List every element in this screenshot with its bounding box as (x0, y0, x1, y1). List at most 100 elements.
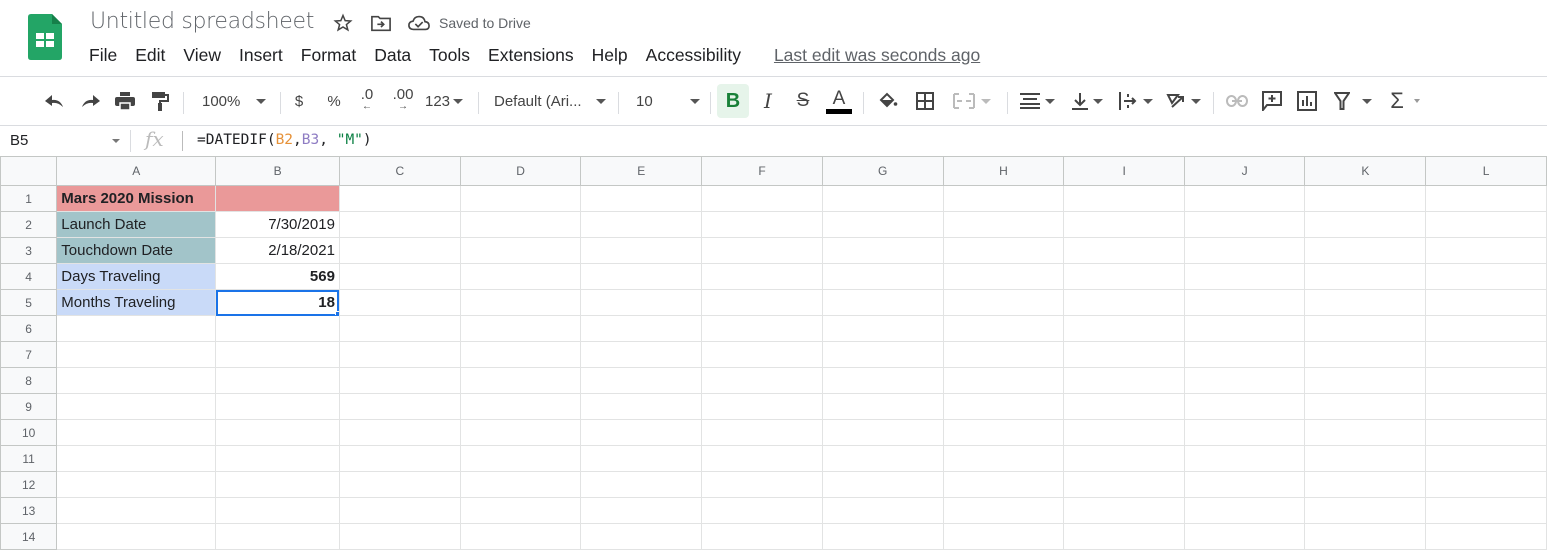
paint-format-icon[interactable] (147, 84, 173, 118)
cell-g4[interactable] (821, 263, 944, 290)
cell-c8[interactable] (338, 367, 461, 394)
cell-g13[interactable] (821, 497, 944, 524)
cell-e10[interactable] (580, 419, 703, 446)
cell-l5[interactable] (1425, 289, 1547, 316)
column-header-l[interactable]: L (1425, 156, 1547, 186)
cell-i10[interactable] (1063, 419, 1185, 446)
cell-c14[interactable] (338, 523, 461, 550)
cell-g3[interactable] (821, 237, 944, 264)
cell-f4[interactable] (701, 263, 823, 290)
font-size-select[interactable]: 10 (630, 84, 706, 118)
move-to-folder-icon[interactable] (369, 11, 393, 35)
text-rotation-button[interactable] (1162, 84, 1204, 118)
cell-b13[interactable] (215, 497, 340, 524)
cell-l4[interactable] (1425, 263, 1547, 290)
cell-c5[interactable] (338, 289, 461, 316)
cell-k10[interactable] (1304, 419, 1427, 446)
cell-f3[interactable] (701, 237, 823, 264)
cell-e11[interactable] (580, 445, 703, 472)
cell-i13[interactable] (1063, 497, 1185, 524)
cell-k11[interactable] (1304, 445, 1427, 472)
cell-a10[interactable] (56, 419, 217, 446)
menu-extensions[interactable]: Extensions (488, 45, 581, 66)
menu-tools[interactable]: Tools (429, 45, 477, 66)
cell-c12[interactable] (338, 471, 461, 498)
print-icon[interactable] (112, 84, 138, 118)
cell-e8[interactable] (580, 367, 703, 394)
cell-g12[interactable] (821, 471, 944, 498)
cell-d7[interactable] (459, 341, 582, 368)
cell-c3[interactable] (338, 237, 461, 264)
cell-h6[interactable] (942, 315, 1065, 342)
insert-comment-icon[interactable] (1259, 84, 1285, 118)
cell-f6[interactable] (701, 315, 823, 342)
cell-h9[interactable] (942, 393, 1065, 420)
cell-e4[interactable] (580, 263, 703, 290)
row-header-13[interactable]: 13 (0, 497, 58, 524)
row-header-1[interactable]: 1 (0, 185, 58, 212)
cell-d8[interactable] (459, 367, 582, 394)
cell-k3[interactable] (1304, 237, 1427, 264)
column-header-d[interactable]: D (459, 156, 582, 186)
cell-j8[interactable] (1183, 367, 1306, 394)
cell-l9[interactable] (1425, 393, 1547, 420)
cell-l1[interactable] (1425, 185, 1547, 212)
cell-d4[interactable] (459, 263, 582, 290)
percent-format-button[interactable]: % (322, 84, 346, 118)
cell-i7[interactable] (1063, 341, 1185, 368)
cell-a8[interactable] (56, 367, 217, 394)
decrease-decimal-button[interactable]: .0 ← (354, 84, 380, 118)
cell-i4[interactable] (1063, 263, 1185, 290)
row-header-8[interactable]: 8 (0, 367, 58, 394)
cell-j6[interactable] (1183, 315, 1306, 342)
cell-f8[interactable] (701, 367, 823, 394)
fill-handle[interactable] (334, 311, 339, 315)
cell-i2[interactable] (1063, 211, 1185, 238)
cell-a6[interactable] (56, 315, 217, 342)
cell-l14[interactable] (1425, 523, 1547, 550)
cell-h14[interactable] (942, 523, 1065, 550)
cell-l11[interactable] (1425, 445, 1547, 472)
menu-format[interactable]: Format (301, 45, 363, 66)
cell-e1[interactable] (580, 185, 703, 212)
insert-link-icon[interactable] (1224, 84, 1250, 118)
cell-h2[interactable] (942, 211, 1065, 238)
row-header-9[interactable]: 9 (0, 393, 58, 420)
row-header-2[interactable]: 2 (0, 211, 58, 238)
cell-i5[interactable] (1063, 289, 1185, 316)
cell-h13[interactable] (942, 497, 1065, 524)
row-header-14[interactable]: 14 (0, 523, 58, 550)
chevron-down-icon[interactable] (112, 139, 120, 143)
cell-a13[interactable] (56, 497, 217, 524)
cell-b7[interactable] (215, 341, 340, 368)
bold-button[interactable]: B (717, 84, 749, 118)
row-header-10[interactable]: 10 (0, 419, 58, 446)
menu-file[interactable]: File (89, 45, 124, 66)
cell-j13[interactable] (1183, 497, 1306, 524)
zoom-select[interactable]: 100% (196, 84, 272, 118)
cell-i14[interactable] (1063, 523, 1185, 550)
menu-edit[interactable]: Edit (135, 45, 172, 66)
more-formats-button[interactable]: 123 (423, 84, 465, 118)
formula-input[interactable]: =DATEDIF(B2,B3, "M") (197, 132, 372, 148)
cell-e3[interactable] (580, 237, 703, 264)
cell-j4[interactable] (1183, 263, 1306, 290)
cell-f10[interactable] (701, 419, 823, 446)
cell-j12[interactable] (1183, 471, 1306, 498)
cell-g2[interactable] (821, 211, 944, 238)
cell-e5[interactable] (580, 289, 703, 316)
cell-c1[interactable] (338, 185, 461, 212)
menu-insert[interactable]: Insert (239, 45, 290, 66)
cell-d5[interactable] (459, 289, 582, 316)
cell-c2[interactable] (338, 211, 461, 238)
column-header-a[interactable]: A (56, 156, 217, 186)
cell-l7[interactable] (1425, 341, 1547, 368)
cell-j14[interactable] (1183, 523, 1306, 550)
menu-view[interactable]: View (183, 45, 228, 66)
cell-i9[interactable] (1063, 393, 1185, 420)
cell-k1[interactable] (1304, 185, 1427, 212)
column-header-b[interactable]: B (215, 156, 340, 186)
merge-cells-button[interactable] (948, 84, 996, 118)
cell-i8[interactable] (1063, 367, 1185, 394)
undo-icon[interactable] (42, 84, 68, 118)
